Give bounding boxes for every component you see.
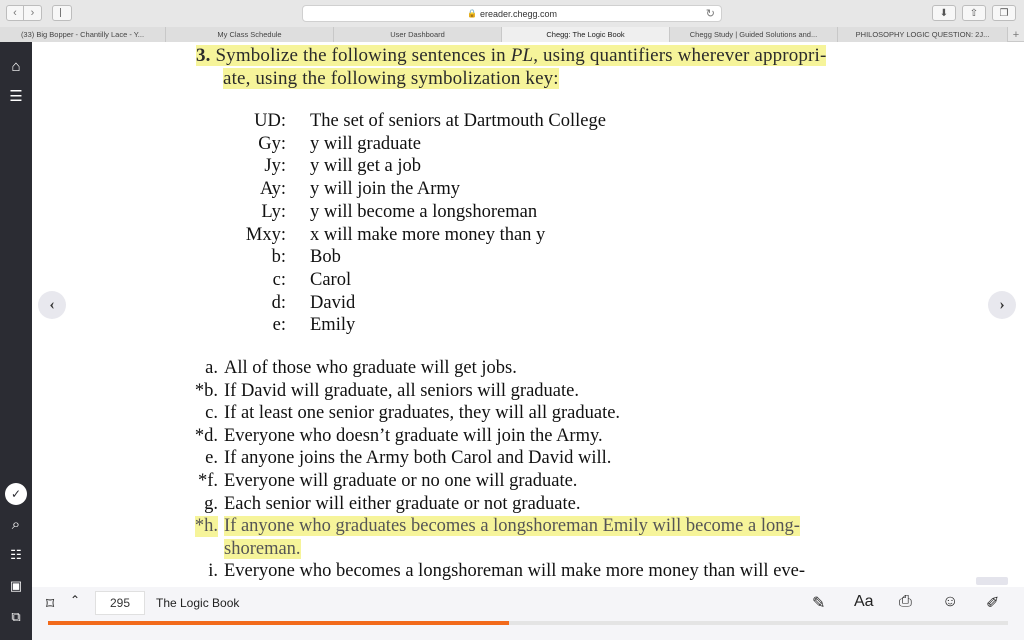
page-number-input[interactable]: 295 [95, 591, 145, 615]
item-label: *b. [194, 380, 218, 401]
item-text: If at least one senior graduates, they w… [224, 403, 621, 424]
key-meaning: Carol [310, 269, 352, 290]
menu-icon[interactable]: ☰ [4, 84, 28, 108]
next-page-button[interactable]: › [988, 291, 1016, 319]
key-symbol: Ay: [259, 179, 286, 200]
key-symbol: Mxy: [245, 224, 286, 245]
question-line-1: 3. Symbolize the following sentences in … [196, 45, 827, 66]
key-symbol: c: [272, 269, 286, 290]
item-text: If anyone joins the Army both Carol and … [224, 448, 612, 469]
notes-icon[interactable]: ✐ [986, 593, 999, 613]
book-title: The Logic Book [156, 596, 240, 610]
key-meaning: y will become a longshoreman [310, 201, 538, 222]
reading-progress-fill [48, 621, 509, 625]
lock-icon: 🔒 [466, 9, 477, 18]
tab-big-bopper[interactable]: (33) Big Bopper - Chantilly Lace - Y... [0, 27, 166, 42]
feedback-icon[interactable]: ☺ [942, 593, 958, 611]
item-text: If David will graduate, all seniors will… [224, 380, 579, 401]
item-text: Everyone who doesn’t graduate will join … [224, 425, 603, 446]
item-label: i. [208, 561, 218, 582]
back-button[interactable]: ‹ [6, 5, 24, 21]
bookmark-icon[interactable]: ⌑ [46, 594, 54, 614]
key-meaning: Bob [310, 247, 341, 268]
item-label: e. [205, 448, 218, 469]
reader-toolbar: ⌑ ⌃ 295 The Logic Book ✎ Aa ⎙ ☺ ✐ [32, 577, 1024, 640]
key-symbol: e: [272, 315, 286, 336]
tab-user-dashboard[interactable]: User Dashboard [334, 27, 502, 42]
highlighter-icon[interactable]: ✎ [812, 593, 825, 613]
study-tools-icon[interactable]: ✓ [5, 483, 27, 505]
previous-page-button[interactable]: ‹ [38, 291, 66, 319]
reading-progress-bar [48, 621, 1008, 625]
tab-philosophy-question[interactable]: PHILOSOPHY LOGIC QUESTION: 2J... [838, 27, 1008, 42]
tabs-overview-icon[interactable]: ❐ [992, 5, 1016, 21]
forward-button[interactable]: › [24, 5, 42, 21]
item-text: shoreman. [224, 538, 301, 559]
sidebar-toggle-button[interactable] [52, 5, 72, 21]
reload-icon[interactable]: ↻ [706, 7, 715, 20]
key-meaning: David [310, 292, 356, 313]
drag-handle[interactable] [976, 577, 1008, 585]
flashcards-icon[interactable]: ▣ [4, 574, 28, 598]
key-meaning: y will graduate [310, 133, 421, 154]
item-label: *f. [197, 471, 218, 491]
key-symbol: Jy: [264, 156, 286, 177]
tab-class-schedule[interactable]: My Class Schedule [166, 27, 334, 42]
item-label: *d. [194, 425, 218, 446]
history-nav: ‹ › [6, 5, 42, 21]
item-label: a. [205, 358, 218, 378]
question-line-2: ate, using the following symbolization k… [223, 68, 559, 89]
key-symbol: UD: [254, 111, 286, 131]
tab-logic-book[interactable]: Chegg: The Logic Book [502, 27, 670, 42]
key-symbol: d: [271, 292, 286, 313]
key-meaning: x will make more money than y [310, 224, 546, 245]
layers-icon[interactable]: ⧉ [4, 605, 28, 629]
new-tab-icon[interactable]: + [1008, 27, 1024, 42]
key-meaning: y will join the Army [310, 179, 461, 200]
key-symbol: b: [271, 247, 286, 268]
share-icon[interactable]: ⇧ [962, 5, 986, 21]
url-text: ereader.chegg.com [479, 8, 558, 19]
font-settings-button[interactable]: Aa [854, 593, 874, 611]
item-text: All of those who graduate will get jobs. [224, 358, 517, 378]
key-symbol: Gy: [258, 133, 286, 154]
key-symbol: Ly: [261, 201, 286, 222]
tab-chegg-study[interactable]: Chegg Study | Guided Solutions and... [670, 27, 838, 42]
print-icon[interactable]: ⎙ [899, 593, 912, 611]
item-text: Each senior will either graduate or not … [224, 493, 581, 514]
key-meaning: The set of seniors at Dartmouth College [310, 111, 606, 131]
reader-sidebar: ⌂ ☰ ✓ ⌕ ☷ ▣ ⧉ [0, 42, 32, 640]
key-meaning: Emily [310, 315, 356, 336]
item-label: c. [205, 403, 218, 424]
reader-page: ‹ › 3. Symbolize the following sentences… [32, 42, 1024, 587]
item-label: g. [204, 493, 218, 514]
search-icon[interactable]: ⌕ [4, 512, 28, 536]
item-text: If anyone who graduates becomes a longsh… [224, 516, 800, 537]
item-text: Everyone will graduate or no one will gr… [224, 471, 578, 491]
download-icon[interactable]: ⬇ [932, 5, 956, 21]
home-icon[interactable]: ⌂ [4, 54, 28, 78]
item-label: *h. [194, 516, 218, 538]
table-of-contents-icon[interactable]: ☷ [4, 543, 28, 567]
key-meaning: y will get a job [310, 156, 421, 177]
chevron-up-icon[interactable]: ⌃ [70, 593, 80, 607]
address-bar[interactable]: 🔒 ereader.chegg.com ↻ [302, 5, 722, 22]
tab-bar: (33) Big Bopper - Chantilly Lace - Y... … [0, 27, 1024, 42]
item-text: Everyone who becomes a longshoreman will… [224, 561, 806, 582]
browser-chrome: ‹ › 🔒 ereader.chegg.com ↻ ⬇ ⇧ ❐ (33) Big… [0, 0, 1024, 42]
